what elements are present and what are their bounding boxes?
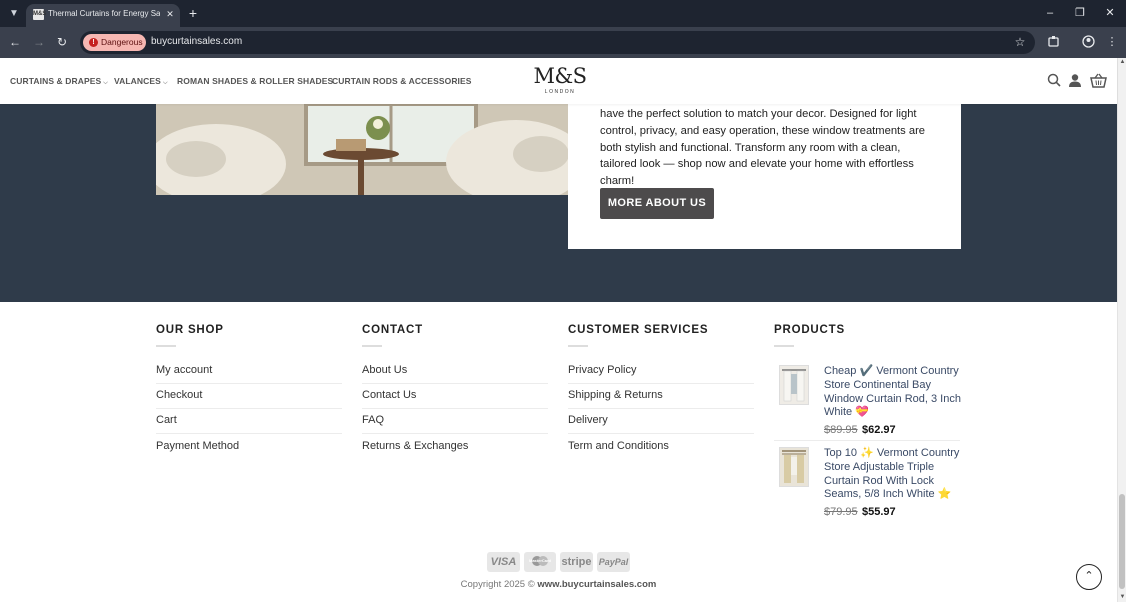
product-emoji: ✔️ <box>859 365 874 377</box>
chevron-down-icon[interactable]: ▼ <box>6 6 22 22</box>
divider <box>568 408 754 409</box>
address-bar[interactable]: ! Dangerous buycurtainsales.com ☆ <box>80 31 1035 54</box>
paypal-icon: PayPal <box>597 552 630 572</box>
security-label: Dangerous <box>101 37 143 47</box>
footer-col-title: CONTACT <box>362 324 423 336</box>
minimize-icon[interactable]: – <box>1043 6 1057 20</box>
product-emoji: ⭐ <box>937 488 952 501</box>
divider <box>568 383 754 384</box>
footer-link-checkout[interactable]: Checkout <box>156 389 202 401</box>
price: $62.97 <box>862 424 896 436</box>
url-text[interactable]: buycurtainsales.com <box>151 36 242 47</box>
visa-icon: VISA <box>487 552 520 572</box>
divider <box>362 433 548 434</box>
logo-main: M&S <box>533 64 587 88</box>
divider <box>568 345 588 347</box>
star-icon[interactable]: ☆ <box>1013 35 1027 49</box>
product-link[interactable]: Cheap ✔️ Vermont Country Store Continent… <box>824 365 964 420</box>
copyright-prefix: Copyright 2025 © <box>460 579 535 590</box>
divider <box>156 408 342 409</box>
nav-label: CURTAINS & DRAPES <box>10 76 102 86</box>
page-scrollbar[interactable]: ▲ ▼ <box>1117 58 1126 602</box>
site-logo[interactable]: M&S LONDON <box>532 64 588 95</box>
footer-col-title: CUSTOMER SERVICES <box>568 324 709 336</box>
browser-tab[interactable]: M&S Thermal Curtains for Energy Sav ✕ <box>26 4 180 27</box>
site-header: CURTAINS & DRAPES ⌵ VALANCES ⌵ ROMAN SHADE… <box>0 58 1117 104</box>
nav-valances[interactable]: VALANCES ⌵ <box>114 76 168 87</box>
footer-col-title: OUR SHOP <box>156 324 224 336</box>
chevron-down-icon: ⌵ <box>103 80 108 86</box>
product-link[interactable]: Top 10 ✨ Vermont Country Store Adjustabl… <box>824 447 964 502</box>
scroll-up-icon[interactable]: ▲ <box>1118 58 1126 67</box>
copyright: Copyright 2025 © www.buycurtainsales.com <box>0 579 1117 590</box>
plus-icon[interactable]: + <box>186 6 200 20</box>
divider <box>156 345 176 347</box>
account-icon[interactable] <box>1068 73 1084 89</box>
site-favicon-icon: M&S <box>33 9 46 20</box>
arrow-right-icon[interactable]: → <box>32 35 46 49</box>
footer-link-privacy-policy[interactable]: Privacy Policy <box>568 364 636 376</box>
divider <box>156 383 342 384</box>
product-thumbnail[interactable] <box>779 447 809 487</box>
back-to-top-button[interactable]: ⌃ <box>1076 564 1102 590</box>
scroll-down-icon[interactable]: ▼ <box>1118 593 1126 602</box>
arrow-left-icon[interactable]: ← <box>8 35 22 49</box>
footer-link-about-us[interactable]: About Us <box>362 364 407 376</box>
more-about-us-button[interactable]: MORE ABOUT US <box>600 188 714 219</box>
footer-link-returns[interactable]: Returns & Exchanges <box>362 440 468 452</box>
product-prefix: Top 10 <box>824 447 858 459</box>
nav-label: VALANCES <box>114 76 161 86</box>
divider <box>774 440 960 441</box>
logo-sub: LONDON <box>544 89 576 95</box>
browser-toolbar: ← → ↻ ! Dangerous buycurtainsales.com ☆ … <box>0 27 1126 58</box>
tab-title: Thermal Curtains for Energy Sav <box>48 9 160 18</box>
mastercard-label: MasterCard <box>528 558 551 563</box>
divider <box>568 433 754 434</box>
scroll-thumb[interactable] <box>1119 494 1125 589</box>
footer-link-shipping-returns[interactable]: Shipping & Returns <box>568 389 663 401</box>
old-price: $89.95 <box>824 424 858 436</box>
footer-link-delivery[interactable]: Delivery <box>568 414 608 426</box>
close-icon[interactable]: ✕ <box>164 8 176 20</box>
footer-link-contact-us[interactable]: Contact Us <box>362 389 416 401</box>
product-thumbnail[interactable] <box>779 365 809 405</box>
chevron-up-icon: ⌃ <box>1084 570 1094 582</box>
divider <box>362 383 548 384</box>
divider <box>362 345 382 347</box>
search-icon[interactable] <box>1047 73 1063 89</box>
footer-link-faq[interactable]: FAQ <box>362 414 384 426</box>
footer-link-terms[interactable]: Term and Conditions <box>568 440 669 452</box>
price: $55.97 <box>862 506 896 518</box>
mastercard-icon: MasterCard <box>524 552 556 572</box>
room-image <box>156 104 568 195</box>
about-text: have the perfect solution to match your … <box>600 108 926 188</box>
stripe-icon: stripe <box>560 552 593 572</box>
basket-icon[interactable] <box>1090 73 1107 89</box>
footer-link-cart[interactable]: Cart <box>156 414 177 426</box>
security-warning-chip[interactable]: ! Dangerous <box>83 34 146 51</box>
divider <box>156 433 342 434</box>
reload-icon[interactable]: ↻ <box>55 35 69 49</box>
old-price: $79.95 <box>824 506 858 518</box>
account-icon[interactable] <box>1081 35 1095 49</box>
footer-link-my-account[interactable]: My account <box>156 364 212 376</box>
product-prefix: Cheap <box>824 365 857 377</box>
product-emoji: 💝 <box>855 406 869 419</box>
footer-link-payment-method[interactable]: Payment Method <box>156 440 239 452</box>
copyright-site-link[interactable]: www.buycurtainsales.com <box>537 579 656 590</box>
divider <box>362 408 548 409</box>
nav-curtain-rods[interactable]: CURTAIN RODS & ACCESSORIES <box>332 76 472 86</box>
footer-col-title: PRODUCTS <box>774 324 845 336</box>
nav-curtains-drapes[interactable]: CURTAINS & DRAPES ⌵ <box>10 76 108 87</box>
chevron-down-icon: ⌵ <box>162 80 168 86</box>
warning-icon: ! <box>89 38 98 47</box>
browser-tabstrip: ▼ M&S Thermal Curtains for Energy Sav ✕ … <box>0 0 1126 27</box>
divider <box>774 345 794 347</box>
restore-icon[interactable]: ❐ <box>1073 6 1087 20</box>
kebab-icon[interactable]: ⋮ <box>1105 35 1119 49</box>
puzzle-icon[interactable] <box>1046 35 1060 49</box>
nav-roman-shades[interactable]: ROMAN SHADES & ROLLER SHADES <box>177 76 333 86</box>
product-emoji: ✨ <box>860 447 874 459</box>
close-window-icon[interactable]: ✕ <box>1103 6 1117 20</box>
